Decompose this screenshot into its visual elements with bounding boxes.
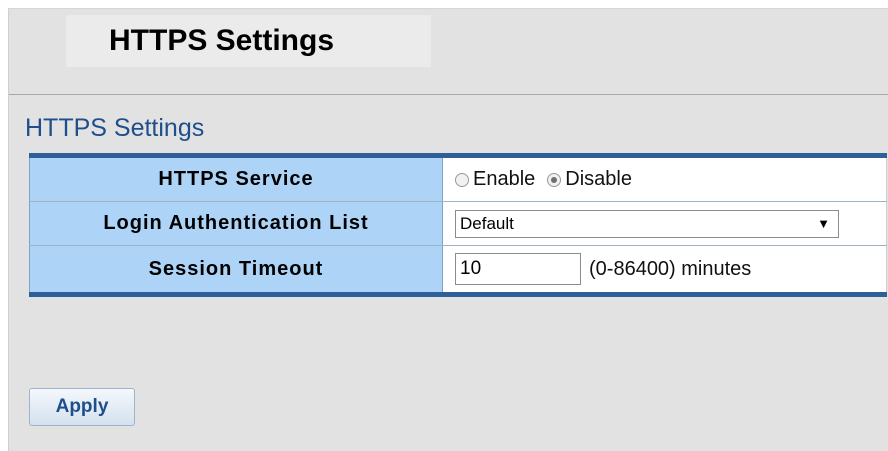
enable-radio-option[interactable]: Enable [455,168,535,191]
login-auth-list-selected: Default [460,213,514,233]
login-auth-list-label: Login Authentication List [29,202,443,245]
disable-radio[interactable] [547,172,562,187]
session-timeout-value: (0-86400) minutes [443,246,887,292]
title-divider [9,94,888,95]
login-auth-list-value: Default ▼ [443,202,887,245]
apply-button[interactable]: Apply [29,388,135,426]
session-timeout-label: Session Timeout [29,246,443,292]
settings-page: HTTPS Settings HTTPS Settings HTTPS Serv… [8,8,888,451]
row-https-service: HTTPS Service Enable Disable [29,158,887,202]
https-settings-table: HTTPS Service Enable Disable Login Authe… [29,153,887,297]
enable-radio[interactable] [455,172,469,187]
disable-radio-label: Disable [565,168,632,190]
enable-radio-label: Enable [473,168,536,190]
row-session-timeout: Session Timeout (0-86400) minutes [29,246,887,292]
row-login-authentication-list: Login Authentication List Default ▼ [29,202,887,246]
dropdown-arrow-icon: ▼ [817,216,830,231]
page-title: HTTPS Settings [109,24,335,57]
login-auth-list-select[interactable]: Default ▼ [455,209,839,238]
https-service-value: Enable Disable [443,158,887,201]
session-timeout-hint: (0-86400) minutes [589,257,752,280]
session-timeout-input[interactable] [455,253,581,285]
https-service-label: HTTPS Service [29,158,443,201]
disable-radio-option[interactable]: Disable [547,168,632,191]
section-title: HTTPS Settings [25,114,205,142]
